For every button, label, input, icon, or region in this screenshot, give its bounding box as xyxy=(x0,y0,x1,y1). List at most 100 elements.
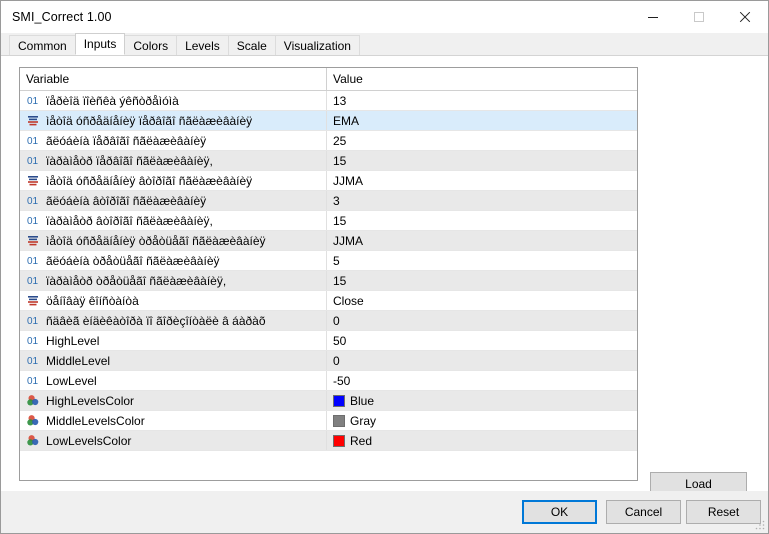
grid-row[interactable]: 01 MiddleLevel 0 xyxy=(20,351,637,371)
reset-button[interactable]: Reset xyxy=(686,500,761,524)
grid-cell-variable[interactable]: 01 MiddleLevel xyxy=(20,351,327,370)
grid-row[interactable]: 01 ãëóáèíà òðåòüåãî ñãëàæèâàíèÿ 5 xyxy=(20,251,637,271)
value-label: Close xyxy=(333,293,364,308)
grid-cell-value[interactable]: Blue xyxy=(327,391,637,410)
grid-cell-variable[interactable]: MiddleLevelsColor xyxy=(20,411,327,430)
grid-cell-value[interactable]: 3 xyxy=(327,191,637,210)
integer-type-icon: 01 xyxy=(26,254,41,268)
color-type-icon xyxy=(26,394,41,408)
minimize-button[interactable] xyxy=(630,1,676,33)
inputs-tab-panel: Variable Value 01 ïåðèîä ïîèñêà ýêñòðåìóì… xyxy=(1,55,768,526)
inputs-grid[interactable]: Variable Value 01 ïåðèîä ïîèñêà ýêñòðåìóì… xyxy=(19,67,638,481)
integer-type-icon: 01 xyxy=(26,194,41,208)
grid-cell-variable[interactable]: 01 ïåðèîä ïîèñêà ýêñòðåìóìà xyxy=(20,91,327,110)
integer-type-icon: 01 xyxy=(27,356,39,367)
grid-cell-variable[interactable]: 01 ïàðàìåòð ïåðâîãî ñãëàæèâàíèÿ, xyxy=(20,151,327,170)
grid-cell-value[interactable]: Red xyxy=(327,431,637,450)
svg-text:01: 01 xyxy=(27,376,39,387)
grid-cell-variable[interactable]: ìåòîä óñðåäíåíèÿ òðåòüåãî ñãëàæèâàíèÿ xyxy=(20,231,327,250)
grid-cell-variable[interactable]: 01 ïàðàìåòð âòîðîãî ñãëàæèâàíèÿ, xyxy=(20,211,327,230)
window-title: SMI_Correct 1.00 xyxy=(12,10,112,24)
grid-cell-variable[interactable]: öåíîâàÿ êîíñòàíòà xyxy=(20,291,327,310)
grid-row[interactable]: LowLevelsColor Red xyxy=(20,431,637,451)
integer-type-icon: 01 xyxy=(27,216,39,227)
svg-text:01: 01 xyxy=(27,156,39,167)
grid-row[interactable]: HighLevelsColor Blue xyxy=(20,391,637,411)
grid-cell-value[interactable]: 15 xyxy=(327,271,637,290)
grid-cell-variable[interactable]: ìåòîä óñðåäíåíèÿ ïåðâîãî ñãëàæèâàíèÿ xyxy=(20,111,327,130)
grid-row[interactable]: ìåòîä óñðåäíåíèÿ âòîðîãî ñãëàæèâàíèÿ JJMA xyxy=(20,171,637,191)
grid-cell-variable[interactable]: HighLevelsColor xyxy=(20,391,327,410)
grid-row[interactable]: öåíîâàÿ êîíñòàíòà Close xyxy=(20,291,637,311)
grid-row[interactable]: 01 ïåðèîä ïîèñêà ýêñòðåìóìà 13 xyxy=(20,91,637,111)
ok-button[interactable]: OK xyxy=(522,500,597,524)
cancel-button[interactable]: Cancel xyxy=(606,500,681,524)
grid-row[interactable]: 01 HighLevel 50 xyxy=(20,331,637,351)
grid-cell-value[interactable]: 0 xyxy=(327,311,637,330)
integer-type-icon: 01 xyxy=(26,274,41,288)
grid-cell-variable[interactable]: 01 LowLevel xyxy=(20,371,327,390)
variable-name-label: ïàðàìåòð òðåòüåãî ñãëàæèâàíèÿ, xyxy=(46,273,227,288)
grid-cell-value[interactable]: -50 xyxy=(327,371,637,390)
integer-type-icon: 01 xyxy=(26,334,41,348)
grid-cell-value[interactable]: 13 xyxy=(327,91,637,110)
tab-visualization[interactable]: Visualization xyxy=(274,35,360,55)
dialog-footer: OK Cancel Reset xyxy=(1,491,768,533)
grid-cell-variable[interactable]: 01 ñäâèã èíäèêàòîðà ïî ãîðèçîíòàëè â áàðà… xyxy=(20,311,327,330)
value-label: 25 xyxy=(333,133,347,148)
grid-cell-variable[interactable]: 01 ãëóáèíà òðåòüåãî ñãëàæèâàíèÿ xyxy=(20,251,327,270)
grid-cell-value[interactable]: 25 xyxy=(327,131,637,150)
value-label: Red xyxy=(350,433,373,448)
integer-type-icon: 01 xyxy=(27,316,39,327)
grid-cell-value[interactable]: 0 xyxy=(327,351,637,370)
svg-text:01: 01 xyxy=(27,96,39,107)
grid-cell-variable[interactable]: 01 ãëóáèíà âòîðîãî ñãëàæèâàíèÿ xyxy=(20,191,327,210)
value-label: 15 xyxy=(333,273,347,288)
variable-name-label: HighLevel xyxy=(46,333,100,348)
variable-name-label: ñäâèã èíäèêàòîðà ïî ãîðèçîíòàëè â áàðàõ xyxy=(46,313,266,328)
grid-row[interactable]: 01 LowLevel -50 xyxy=(20,371,637,391)
grid-cell-value[interactable]: Close xyxy=(327,291,637,310)
grid-row[interactable]: ìåòîä óñðåäíåíèÿ ïåðâîãî ñãëàæèâàíèÿ EMA xyxy=(20,111,637,131)
grid-cell-value[interactable]: 50 xyxy=(327,331,637,350)
grid-cell-value[interactable]: EMA xyxy=(327,111,637,130)
value-label: Gray xyxy=(350,413,377,428)
variable-name-label: ãëóáèíà ïåðâîãî ñãëàæèâàíèÿ xyxy=(46,133,207,148)
tab-scale[interactable]: Scale xyxy=(227,35,276,55)
grid-cell-value[interactable]: 15 xyxy=(327,211,637,230)
grid-empty-area xyxy=(20,451,637,480)
grid-row[interactable]: ìåòîä óñðåäíåíèÿ òðåòüåãî ñãëàæèâàíèÿ JJM… xyxy=(20,231,637,251)
grid-row[interactable]: 01 ãëóáèíà ïåðâîãî ñãëàæèâàíèÿ 25 xyxy=(20,131,637,151)
tab-levels[interactable]: Levels xyxy=(176,35,229,55)
grid-cell-value[interactable]: 15 xyxy=(327,151,637,170)
grid-cell-variable[interactable]: 01 ãëóáèíà ïåðâîãî ñãëàæèâàíèÿ xyxy=(20,131,327,150)
grid-cell-variable[interactable]: 01 HighLevel xyxy=(20,331,327,350)
value-label: 5 xyxy=(333,253,340,268)
integer-type-icon: 01 xyxy=(27,256,39,267)
tab-colors[interactable]: Colors xyxy=(124,35,178,55)
tab-common[interactable]: Common xyxy=(9,35,76,55)
grid-cell-variable[interactable]: LowLevelsColor xyxy=(20,431,327,450)
grid-row[interactable]: 01 ïàðàìåòð òðåòüåãî ñãëàæèâàíèÿ, 15 xyxy=(20,271,637,291)
color-type-icon xyxy=(26,435,38,446)
grid-cell-variable[interactable]: ìåòîä óñðåäíåíèÿ âòîðîãî ñãëàæèâàíèÿ xyxy=(20,171,327,190)
grid-row[interactable]: 01 ïàðàìåòð ïåðâîãî ñãëàæèâàíèÿ, 15 xyxy=(20,151,637,171)
grid-cell-value[interactable]: 5 xyxy=(327,251,637,270)
tab-inputs[interactable]: Inputs xyxy=(74,33,126,55)
grid-row[interactable]: MiddleLevelsColor Gray xyxy=(20,411,637,431)
grid-row[interactable]: 01 ñäâèã èíäèêàòîðà ïî ãîðèçîíòàëè â áàðà… xyxy=(20,311,637,331)
value-label: 0 xyxy=(333,313,340,328)
grid-cell-value[interactable]: JJMA xyxy=(327,231,637,250)
value-label: JJMA xyxy=(333,173,363,188)
grid-cell-value[interactable]: JJMA xyxy=(327,171,637,190)
close-button[interactable] xyxy=(722,1,768,33)
resize-grip-icon[interactable] xyxy=(754,519,766,531)
grid-cell-variable[interactable]: 01 ïàðàìåòð òðåòüåãî ñãëàæèâàíèÿ, xyxy=(20,271,327,290)
maximize-button[interactable] xyxy=(676,1,722,33)
grid-cell-value[interactable]: Gray xyxy=(327,411,637,430)
grid-row[interactable]: 01 ïàðàìåòð âòîðîãî ñãëàæèâàíèÿ, 15 xyxy=(20,211,637,231)
grid-row[interactable]: 01 ãëóáèíà âòîðîãî ñãëàæèâàíèÿ 3 xyxy=(20,191,637,211)
integer-type-icon: 01 xyxy=(27,336,39,347)
grid-header-value-label: Value xyxy=(333,72,363,86)
enum-type-icon xyxy=(26,114,41,128)
